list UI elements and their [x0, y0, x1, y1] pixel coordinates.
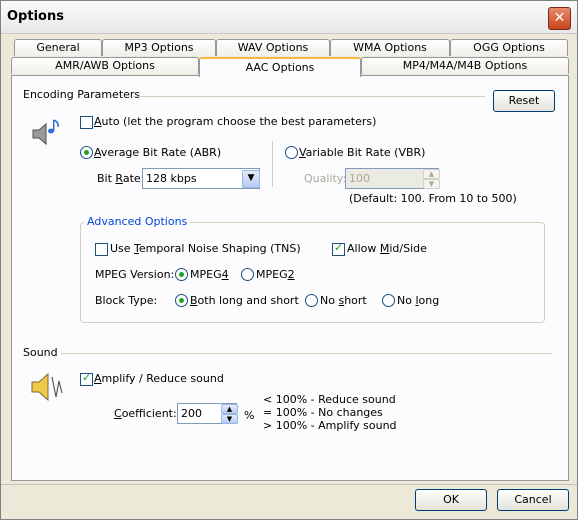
- quality-label: Quality:: [304, 172, 347, 185]
- mpeg4-radio[interactable]: [175, 268, 188, 281]
- amplify-label: Amplify / Reduce sound: [94, 372, 224, 385]
- tab-amr-awb-options[interactable]: AMR/AWB Options: [11, 57, 199, 74]
- no-long-radio[interactable]: [382, 294, 395, 307]
- advanced-options-legend: Advanced Options: [84, 215, 191, 228]
- block-type-label: Block Type:: [95, 294, 158, 307]
- amplify-checkbox[interactable]: [80, 371, 93, 386]
- ok-button[interactable]: OK: [415, 489, 487, 511]
- no-short-label: No short: [320, 294, 367, 307]
- vbr-radio[interactable]: [285, 146, 298, 159]
- tns-label: Use Temporal Noise Shaping (TNS): [110, 242, 301, 255]
- title-bar: Options ✕: [1, 1, 577, 34]
- tab-aac-options[interactable]: AAC Options: [199, 57, 361, 77]
- coefficient-note-amplify: > 100% - Amplify sound: [263, 419, 397, 432]
- tab-mp4-m4a-m4b-options[interactable]: MP4/M4A/M4B Options: [361, 57, 569, 74]
- encoding-separator: [133, 96, 485, 97]
- close-button[interactable]: ✕: [548, 7, 571, 30]
- no-long-label: No long: [397, 294, 440, 307]
- percent-sign: %: [244, 409, 255, 422]
- quality-spin-down[interactable]: ▼: [423, 179, 440, 189]
- coefficient-value: 200: [181, 407, 202, 420]
- mpeg4-label: MPEG4: [190, 268, 229, 281]
- tns-checkbox[interactable]: [95, 243, 108, 256]
- options-window: Options ✕ General MP3 Options WAV Option…: [0, 0, 578, 520]
- coefficient-note-reduce: < 100% - Reduce sound: [263, 393, 396, 406]
- auto-checkbox[interactable]: [80, 116, 93, 129]
- encoding-parameters-label: Encoding Parameters: [23, 88, 141, 101]
- cancel-button[interactable]: Cancel: [497, 489, 569, 511]
- mpeg2-label: MPEG2: [256, 268, 295, 281]
- tab-wma-options[interactable]: WMA Options: [330, 39, 450, 56]
- both-long-short-radio[interactable]: [175, 294, 188, 307]
- midside-checkbox[interactable]: [332, 241, 345, 256]
- tab-ogg-options[interactable]: OGG Options: [450, 39, 568, 56]
- abr-label: Average Bit Rate (ABR): [94, 146, 222, 159]
- midside-label: Allow Mid/Side: [347, 242, 427, 255]
- mpeg2-radio[interactable]: [241, 268, 254, 281]
- reset-button[interactable]: Reset: [493, 90, 555, 112]
- quality-value: 100: [349, 172, 370, 185]
- coefficient-spin-down[interactable]: ▼: [221, 414, 238, 424]
- auto-label: Auto (let the program choose the best pa…: [94, 115, 377, 128]
- sound-separator: [61, 353, 552, 354]
- tab-general[interactable]: General: [14, 39, 102, 56]
- coefficient-spin-up[interactable]: ▲: [221, 404, 238, 414]
- quality-spin-up[interactable]: ▲: [423, 169, 440, 179]
- bitrate-label: Bit Rate:: [97, 172, 145, 185]
- footer-separator: [1, 484, 577, 485]
- chevron-down-icon[interactable]: ▼: [242, 170, 260, 188]
- both-long-short-label: Both long and short: [190, 294, 299, 307]
- mpeg-version-label: MPEG Version:: [95, 268, 175, 281]
- tab-wav-options[interactable]: WAV Options: [216, 39, 330, 56]
- speaker-wave-icon: [29, 369, 65, 405]
- quality-default-note: (Default: 100. From 10 to 500): [349, 192, 517, 205]
- window-title: Options: [7, 9, 64, 24]
- sound-section-label: Sound: [23, 346, 58, 359]
- coefficient-note-nochange: = 100% - No changes: [263, 406, 383, 419]
- abr-radio[interactable]: [80, 146, 93, 159]
- tab-mp3-options[interactable]: MP3 Options: [102, 39, 216, 56]
- abr-vbr-divider: [272, 141, 273, 187]
- bitrate-value: 128 kbps: [146, 172, 197, 185]
- audio-settings-icon: [31, 117, 61, 149]
- vbr-label: Variable Bit Rate (VBR): [299, 146, 426, 159]
- no-short-radio[interactable]: [305, 294, 318, 307]
- coefficient-label: Coefficient:: [114, 407, 177, 420]
